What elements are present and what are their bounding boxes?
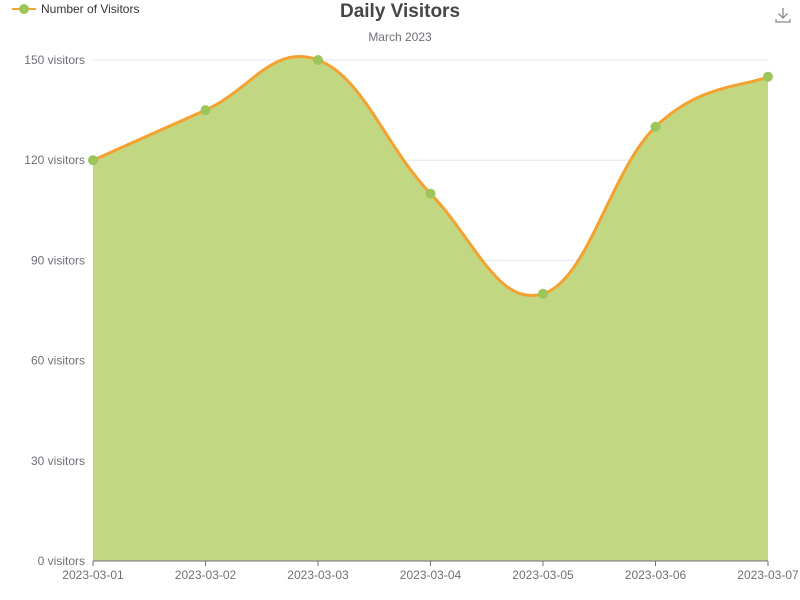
data-point [763,71,773,82]
y-tick-label: 60 visitors [31,354,85,368]
chart-area: 0 visitors 30 visitors 60 visitors 90 visit… [24,53,799,582]
y-tick-label: 120 visitors [24,153,85,167]
x-tick-label: 2023-03-05 [512,568,574,582]
series-area [93,56,768,562]
x-tick-label: 2023-03-04 [400,568,462,582]
x-tick-label: 2023-03-07 [737,568,799,582]
x-tick-label: 2023-03-01 [62,568,124,582]
data-point [313,55,323,65]
data-point [425,188,436,199]
y-tick-label: 30 visitors [31,454,85,468]
data-point [88,155,98,166]
x-tick-label: 2023-03-06 [625,568,687,582]
data-point [650,121,661,132]
x-tick-label: 2023-03-03 [287,568,349,582]
x-tick-label: 2023-03-02 [175,568,237,582]
y-tick-label: 0 visitors [38,554,85,568]
data-point [538,288,548,299]
y-tick-label: 90 visitors [31,253,85,267]
y-tick-label: 150 visitors [24,53,85,67]
data-point [200,105,211,116]
